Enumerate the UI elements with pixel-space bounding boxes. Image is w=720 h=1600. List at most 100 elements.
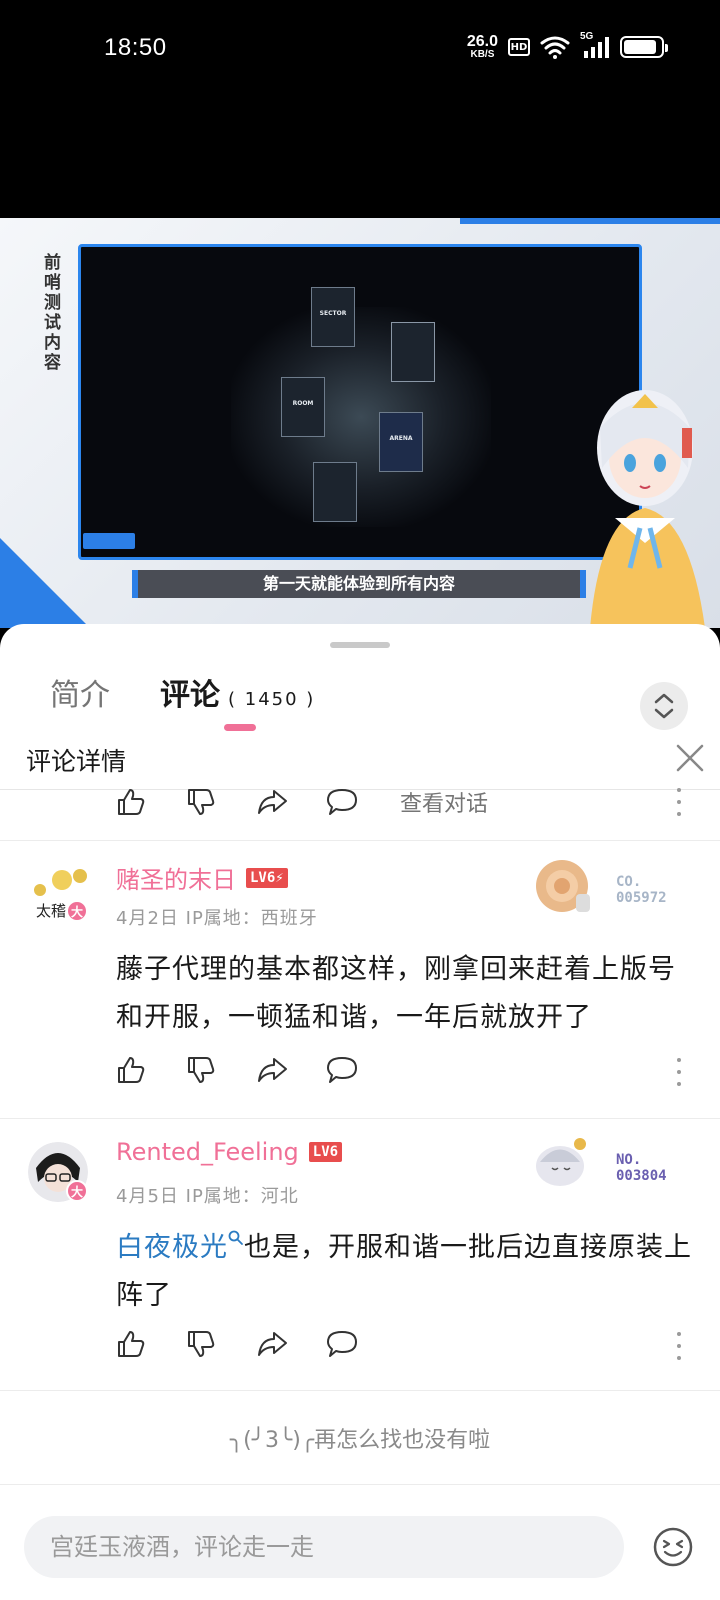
drag-handle[interactable] <box>330 642 390 648</box>
fan-number-label: CO. <box>616 874 642 890</box>
comment-item: 太稽 大 赌圣的末日 LV6⚡ 4月2日 IP属地：西班牙 CO. 005972… <box>0 840 720 1118</box>
share-icon <box>258 790 287 814</box>
comment-meta: 4月5日 IP属地：河北 <box>116 1182 299 1208</box>
status-indicators: 26.0 KB/S HD 5G <box>467 31 668 60</box>
comment-date: 4月2日 <box>116 908 179 929</box>
fan-number: NO. 003804 <box>616 1152 667 1184</box>
divider <box>0 1390 720 1391</box>
thumbs-up-icon <box>118 1331 145 1357</box>
comment-username[interactable]: Rented_Feeling LV6 <box>116 1138 343 1166</box>
reply-button[interactable] <box>326 784 396 820</box>
comment-text: 藤子代理的基本都这样，刚拿回来赶着上版号和开服，一顿猛和谐，一年后就放开了 <box>116 954 676 1033</box>
username-text: 赌圣的末日 <box>116 866 236 894</box>
comment-ip: IP属地：西班牙 <box>185 908 318 929</box>
network-speed: 26.0 KB/S <box>467 34 498 60</box>
fan-card-image[interactable] <box>534 856 594 916</box>
like-button[interactable] <box>116 1052 186 1088</box>
level-badge: LV6 <box>308 1142 343 1162</box>
game-card-arena: ARENA <box>379 412 423 472</box>
chevron-up-down-icon <box>654 693 674 719</box>
divider <box>0 1484 720 1485</box>
share-icon <box>258 1058 287 1082</box>
thumbs-up-icon <box>118 1057 145 1083</box>
reply-button[interactable] <box>326 1326 396 1362</box>
vtuber-avatar <box>590 390 705 628</box>
comment-actions <box>116 1052 396 1088</box>
close-icon[interactable] <box>672 740 708 776</box>
reply-button[interactable] <box>326 1052 396 1088</box>
dislike-button[interactable] <box>186 784 256 820</box>
fan-number: CO. 005972 <box>616 874 667 906</box>
comment-detail-title: 评论详情 <box>26 747 127 776</box>
video-decor-left <box>0 538 90 628</box>
mention-link[interactable]: 白夜极光 <box>116 1230 244 1263</box>
view-conversation-link[interactable]: 查看对话 <box>400 786 488 818</box>
game-card-title: ROOM <box>292 400 314 407</box>
comment-username[interactable]: 赌圣的末日 LV6⚡ <box>116 860 288 895</box>
level-badge: LV6⚡ <box>246 867 288 888</box>
dislike-button[interactable] <box>186 1052 256 1088</box>
game-hud-button <box>83 533 135 549</box>
tab-active-indicator <box>224 724 256 731</box>
comment-detail-header: 评论详情 <box>0 732 720 790</box>
game-card-sector: SECTOR <box>311 287 355 347</box>
game-screen: SECTOR ROOM ARENA <box>78 244 642 560</box>
tab-comments[interactable]: 评论 ( 1450 ) <box>160 670 315 714</box>
battery-level <box>624 40 657 54</box>
comment-bubble-icon <box>327 1331 357 1357</box>
emoji-icon[interactable] <box>652 1526 694 1568</box>
end-of-list-text: ╮(╯3╰)╭再怎么找也没有啦 <box>229 1428 491 1453</box>
network-speed-value: 26.0 <box>466 33 498 50</box>
wifi-icon <box>540 36 570 59</box>
fan-card-image[interactable] <box>530 1132 590 1192</box>
game-scene-glow <box>231 307 491 527</box>
battery-icon <box>620 36 668 58</box>
status-bar: 18:50 26.0 KB/S HD 5G <box>0 0 720 95</box>
comment-sheet: 简介 评论 ( 1450 ) 评论详情 查看对话 太稽 大 赌圣的末日 LV6⚡… <box>0 624 720 1600</box>
comment-meta: 4月2日 IP属地：西班牙 <box>116 904 318 930</box>
game-card-bottom <box>313 462 357 522</box>
search-icon <box>228 1230 243 1245</box>
game-hud <box>306 251 426 263</box>
hd-badge: HD <box>508 38 530 56</box>
big-member-badge: 大 <box>66 900 88 922</box>
video-player[interactable]: 前哨测试内容 SECTOR ROOM ARENA 第一天就能体验到所有内容 <box>0 218 720 628</box>
network-speed-unit: KB/S <box>470 49 495 60</box>
status-time: 18:50 <box>104 34 167 61</box>
mention-text: 白夜极光 <box>116 1232 228 1263</box>
like-button[interactable] <box>116 784 186 820</box>
video-side-title: 前哨测试内容 <box>44 253 61 373</box>
expand-collapse-button[interactable] <box>640 682 688 730</box>
more-options-icon[interactable] <box>676 1058 682 1086</box>
tab-intro[interactable]: 简介 <box>50 670 110 714</box>
comment-bubble-icon <box>327 1057 357 1083</box>
comment-actions <box>116 1326 396 1362</box>
comment-bubble-icon <box>327 789 357 815</box>
prev-comment-actions: 查看对话 <box>116 784 488 820</box>
comment-text: 白夜极光 也是，开服和谐一批后边直接原装上阵了 <box>116 1224 696 1320</box>
avatar-caption: 太稽 <box>36 902 67 920</box>
thumbs-down-icon <box>188 789 215 815</box>
tab-comments-label: 评论 <box>160 678 220 713</box>
like-button[interactable] <box>116 1326 186 1362</box>
cellular-signal-icon: 5G <box>580 31 610 59</box>
thumbs-up-icon <box>118 789 145 815</box>
tab-comments-count: ( 1450 ) <box>228 689 316 710</box>
share-button[interactable] <box>256 784 326 820</box>
dislike-button[interactable] <box>186 1326 256 1362</box>
username-text: Rented_Feeling <box>116 1138 299 1166</box>
video-subtitle: 第一天就能体验到所有内容 <box>132 570 586 598</box>
share-button[interactable] <box>256 1326 326 1362</box>
share-button[interactable] <box>256 1052 326 1088</box>
fan-number-value: 005972 <box>616 890 667 906</box>
more-options-icon[interactable] <box>676 1332 682 1360</box>
fan-number-value: 003804 <box>616 1168 667 1184</box>
tab-bar: 简介 评论 ( 1450 ) <box>0 654 720 731</box>
game-card-title: SECTOR <box>319 310 347 317</box>
game-card-core <box>391 322 435 382</box>
comment-input[interactable] <box>24 1516 624 1578</box>
more-options-icon[interactable] <box>676 788 682 816</box>
game-card-title: ARENA <box>389 435 413 442</box>
video-decor-right <box>460 218 720 224</box>
game-card-room: ROOM <box>281 377 325 437</box>
